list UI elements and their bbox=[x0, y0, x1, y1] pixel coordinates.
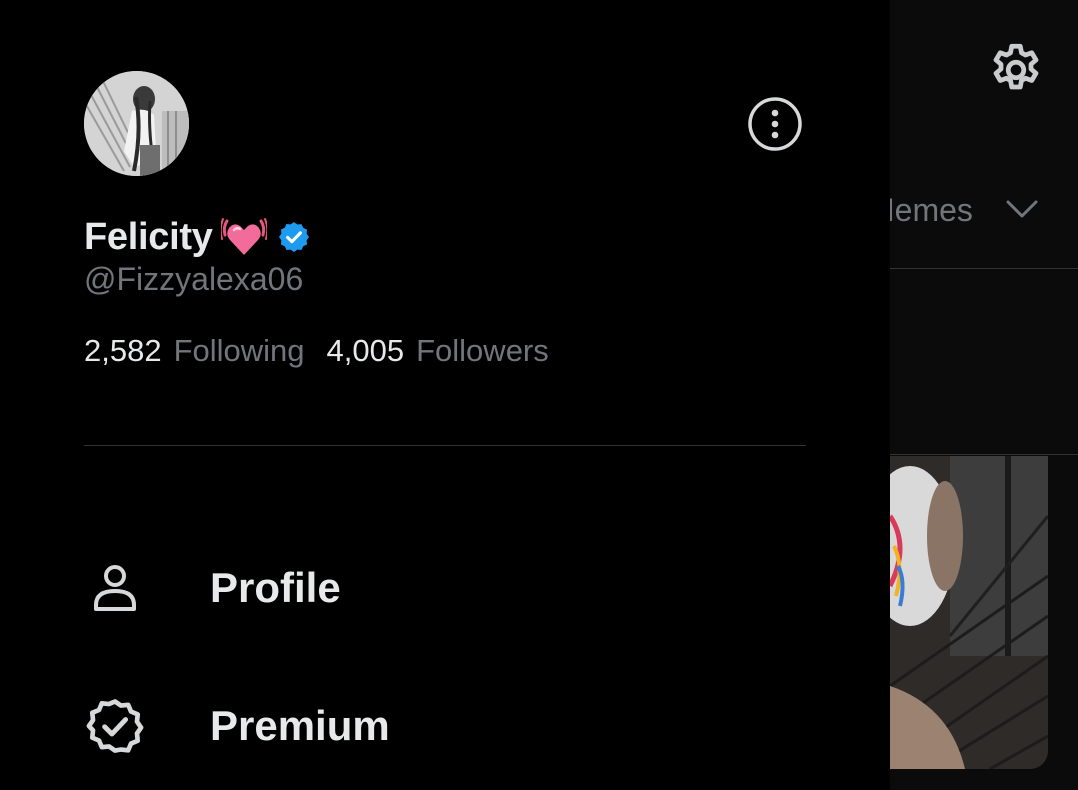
followers-count: 4,005 bbox=[326, 333, 405, 368]
following-stat[interactable]: 2,582 Following bbox=[84, 331, 305, 371]
more-options-icon bbox=[748, 97, 802, 151]
drawer-divider bbox=[84, 445, 806, 446]
premium-badge-icon bbox=[86, 699, 144, 753]
menu-label-premium: Premium bbox=[210, 702, 390, 749]
menu-item-premium[interactable]: Premium bbox=[84, 691, 390, 761]
chevron-down-icon[interactable] bbox=[1005, 196, 1039, 222]
menu-item-profile[interactable]: Profile bbox=[84, 553, 341, 623]
app-screen: Memes Felicity @Fizzyalexa06 2,582 Follo… bbox=[0, 0, 1078, 790]
gear-icon bbox=[993, 43, 1039, 90]
avatar[interactable] bbox=[84, 71, 189, 176]
profile-handle[interactable]: @Fizzyalexa06 bbox=[84, 260, 303, 298]
post-media-image[interactable] bbox=[890, 456, 1048, 769]
following-label: Following bbox=[173, 333, 305, 368]
follow-stats: 2,582 Following 4,005 Followers bbox=[84, 331, 549, 371]
menu-label-profile: Profile bbox=[210, 564, 341, 611]
person-icon bbox=[94, 565, 136, 611]
tab-divider bbox=[890, 268, 1078, 269]
verified-badge-icon bbox=[278, 222, 309, 253]
profile-name-row[interactable]: Felicity bbox=[84, 212, 311, 262]
navigation-drawer: Felicity @Fizzyalexa06 2,582 Following 4… bbox=[0, 0, 890, 790]
post-divider bbox=[890, 454, 1078, 455]
settings-button[interactable] bbox=[986, 40, 1046, 100]
beating-heart-emoji-icon bbox=[220, 218, 267, 255]
more-options-button[interactable] bbox=[747, 96, 803, 152]
followers-stat[interactable]: 4,005 Followers bbox=[327, 331, 549, 371]
followers-label: Followers bbox=[416, 333, 549, 368]
display-name[interactable]: Felicity bbox=[84, 216, 213, 259]
following-count: 2,582 bbox=[84, 333, 162, 368]
